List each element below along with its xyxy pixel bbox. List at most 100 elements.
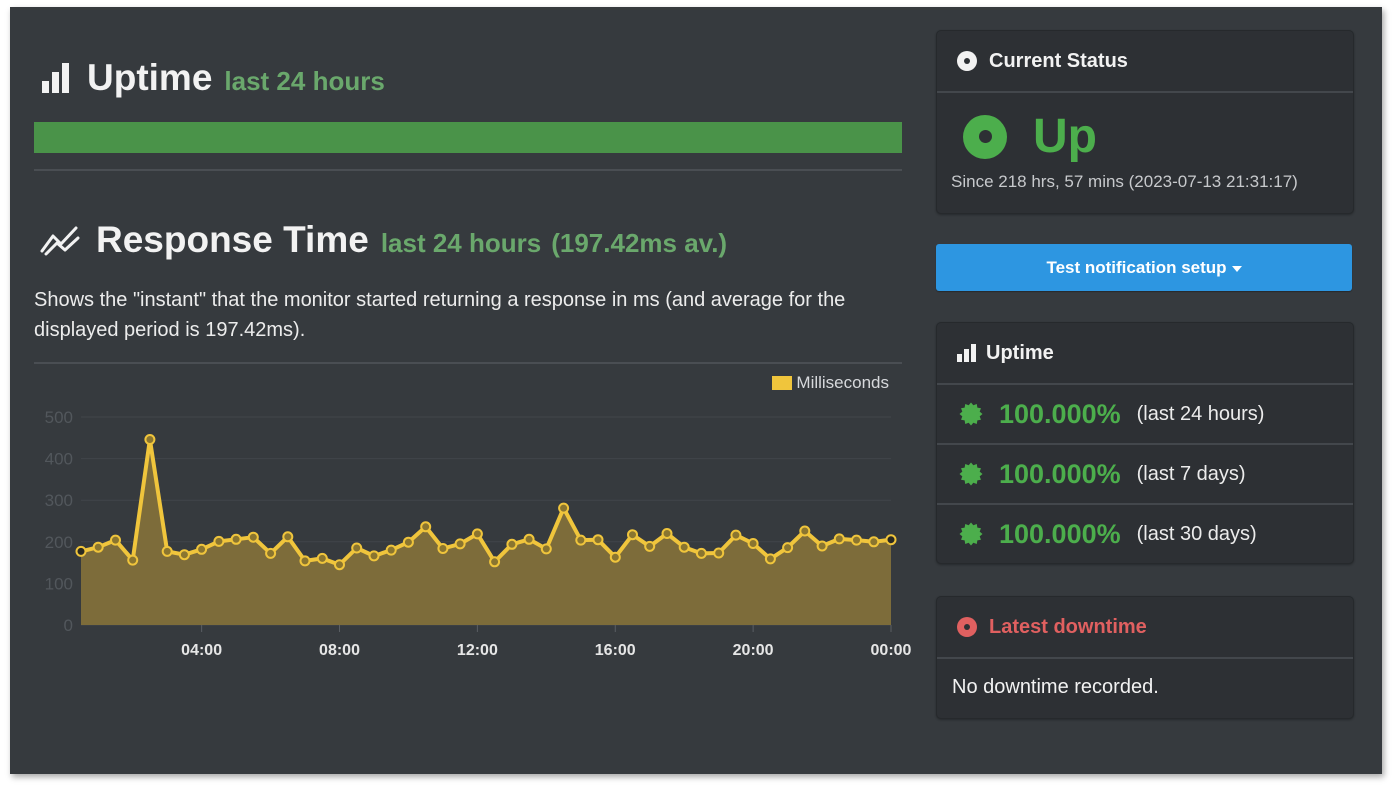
test-notification-button[interactable]: Test notification setup bbox=[936, 244, 1352, 291]
uptime-period: (last 7 days) bbox=[1136, 462, 1246, 485]
data-point bbox=[282, 531, 294, 543]
certificate-badge-icon bbox=[959, 402, 983, 426]
data-point bbox=[575, 534, 587, 546]
data-point bbox=[213, 535, 225, 547]
status-since: Since 218 hrs, 57 mins (2023-07-13 21:31… bbox=[951, 172, 1298, 191]
data-point bbox=[609, 551, 621, 563]
panel-header: Uptime bbox=[937, 323, 1353, 385]
uptime-percent: 100.000% bbox=[999, 518, 1121, 549]
data-point bbox=[885, 534, 897, 546]
y-tick-label: 400 bbox=[45, 450, 73, 469]
data-point bbox=[851, 534, 862, 546]
uptime-row: 100.000% (last 24 hours) bbox=[937, 385, 1353, 445]
data-point bbox=[385, 544, 397, 556]
uptime-progress-bar bbox=[34, 122, 902, 153]
data-point bbox=[265, 547, 277, 559]
status-body: Up Since 218 hrs, 57 mins (2023-07-13 21… bbox=[937, 93, 1353, 213]
data-point bbox=[144, 434, 156, 445]
data-point bbox=[161, 545, 173, 557]
data-point bbox=[92, 541, 104, 553]
data-point bbox=[230, 533, 242, 545]
x-tick-label: 08:00 bbox=[319, 642, 360, 659]
data-point bbox=[75, 545, 87, 557]
uptime-subtitle: last 24 hours bbox=[224, 66, 385, 96]
data-point bbox=[627, 529, 638, 541]
status-text: Up bbox=[1033, 110, 1097, 163]
data-point bbox=[489, 556, 501, 568]
response-time-chart: 0 100 200 300 400 500 04:00 08:00 12:00 16:00 20:0… bbox=[34, 369, 914, 669]
response-time-description: Shows the "instant" that the monitor sta… bbox=[34, 289, 846, 341]
certificate-badge-icon bbox=[959, 522, 983, 546]
data-point bbox=[402, 536, 414, 548]
uptime-percent: 100.000% bbox=[999, 458, 1121, 489]
dot-circle-icon bbox=[957, 51, 977, 71]
x-tick-label: 04:00 bbox=[181, 642, 222, 659]
data-point bbox=[471, 528, 483, 540]
panel-header: Latest downtime bbox=[937, 597, 1353, 659]
data-point bbox=[506, 538, 518, 550]
data-point bbox=[592, 534, 604, 546]
uptime-period: (last 24 hours) bbox=[1136, 402, 1265, 425]
divider bbox=[34, 169, 902, 171]
y-tick-label: 500 bbox=[45, 408, 73, 427]
data-point bbox=[437, 543, 449, 554]
y-tick-label: 300 bbox=[45, 491, 73, 510]
data-point bbox=[454, 538, 466, 550]
response-time-heading: Response Time last 24 hours (197.42ms av… bbox=[40, 219, 727, 261]
data-point bbox=[351, 542, 363, 554]
data-point bbox=[127, 554, 139, 566]
data-point bbox=[782, 542, 794, 554]
uptime-percent: 100.000% bbox=[999, 398, 1121, 429]
x-tick-label: 12:00 bbox=[457, 642, 498, 659]
chart-legend[interactable]: Milliseconds bbox=[772, 373, 889, 393]
certificate-badge-icon bbox=[959, 462, 983, 486]
data-point bbox=[747, 538, 759, 549]
y-tick-label: 200 bbox=[45, 533, 73, 552]
current-status-panel: Current Status Up Since 218 hrs, 57 mins… bbox=[936, 30, 1354, 214]
line-chart-icon bbox=[40, 226, 80, 256]
uptime-row: 100.000% (last 7 days) bbox=[937, 445, 1353, 505]
x-tick-label: 20:00 bbox=[733, 642, 774, 659]
data-point bbox=[178, 549, 190, 561]
data-point bbox=[247, 531, 259, 543]
data-point bbox=[299, 555, 311, 567]
uptime-panel-title: Uptime bbox=[986, 341, 1054, 364]
data-point bbox=[558, 502, 570, 514]
data-point bbox=[523, 533, 535, 545]
x-tick-label: 00:00 bbox=[871, 642, 912, 659]
uptime-title: Uptime bbox=[87, 57, 213, 98]
divider bbox=[34, 362, 902, 364]
uptime-panel: Uptime 100.000% (last 24 hours) 100.000%… bbox=[936, 322, 1354, 564]
current-status-title: Current Status bbox=[989, 49, 1128, 72]
bar-chart-icon bbox=[957, 344, 976, 362]
status-up-icon bbox=[963, 114, 1007, 159]
data-point bbox=[833, 533, 845, 545]
data-point bbox=[334, 559, 345, 571]
data-point bbox=[764, 553, 776, 565]
data-point bbox=[540, 543, 552, 555]
data-point bbox=[644, 540, 656, 552]
uptime-rows: 100.000% (last 24 hours) 100.000% (last … bbox=[937, 385, 1353, 563]
data-point bbox=[695, 547, 707, 559]
monitor-dashboard: Uptime last 24 hours Response Time last … bbox=[10, 7, 1382, 774]
series-area bbox=[81, 439, 891, 625]
caret-down-icon bbox=[1231, 265, 1242, 272]
response-time-title: Response Time bbox=[96, 219, 369, 260]
data-point bbox=[868, 536, 880, 548]
latest-downtime-panel: Latest downtime No downtime recorded. bbox=[936, 596, 1354, 719]
data-point bbox=[678, 541, 690, 553]
data-point bbox=[661, 528, 673, 539]
response-time-average: (197.42ms av.) bbox=[551, 228, 728, 258]
panel-header: Current Status bbox=[937, 31, 1353, 93]
legend-label: Milliseconds bbox=[796, 373, 889, 392]
data-point bbox=[420, 521, 432, 533]
uptime-row: 100.000% (last 30 days) bbox=[937, 505, 1353, 563]
data-point bbox=[816, 540, 828, 552]
legend-swatch bbox=[772, 376, 793, 390]
data-point bbox=[110, 534, 121, 546]
data-point bbox=[730, 529, 742, 541]
chart-svg: 0 100 200 300 400 500 04:00 08:00 12:00 16:00 20:0… bbox=[45, 408, 912, 659]
data-point bbox=[196, 543, 208, 555]
status-line: Up bbox=[963, 109, 1353, 164]
data-point bbox=[316, 552, 328, 564]
